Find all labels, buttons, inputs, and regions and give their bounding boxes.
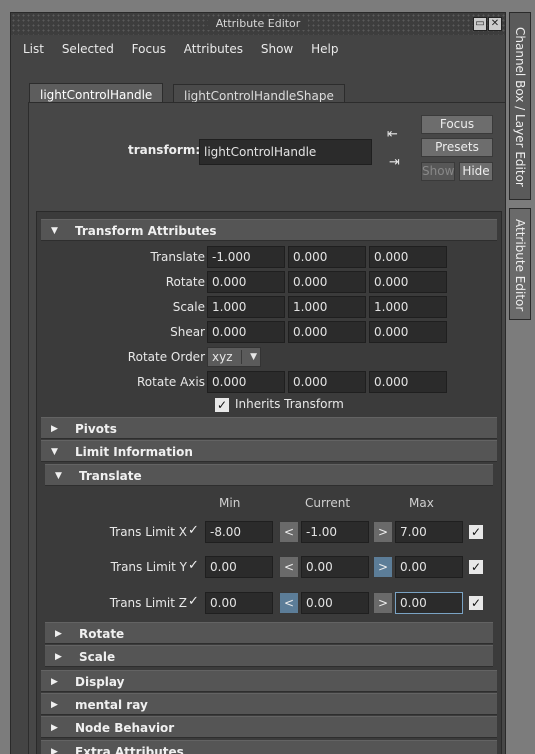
select-output-icon[interactable]: ⇥ bbox=[389, 155, 400, 170]
min-limit-y-checkbox[interactable]: ✓ bbox=[188, 558, 199, 573]
rotate-axis-z-field[interactable]: 0.000 bbox=[369, 371, 447, 393]
menu-list[interactable]: List bbox=[23, 42, 44, 56]
select-divider bbox=[241, 350, 242, 364]
rotate-x-field[interactable]: 0.000 bbox=[207, 271, 285, 293]
column-current: Current bbox=[305, 496, 351, 510]
expand-arrow-icon: ▶ bbox=[51, 700, 58, 710]
current-z-field[interactable]: 0.00 bbox=[301, 592, 369, 614]
chevron-down-icon: ▼ bbox=[250, 352, 257, 362]
current-y-field[interactable]: 0.00 bbox=[301, 556, 369, 578]
section-scale-limits[interactable]: ▶ Scale bbox=[45, 645, 493, 667]
translate-z-field[interactable]: 0.000 bbox=[369, 246, 447, 268]
max-limit-y-checkbox[interactable]: ✓ bbox=[469, 560, 483, 574]
min-limit-x-checkbox[interactable]: ✓ bbox=[188, 523, 199, 538]
expand-arrow-icon: ▶ bbox=[55, 629, 62, 639]
current-x-field[interactable]: -1.00 bbox=[301, 521, 369, 543]
column-min: Min bbox=[219, 496, 241, 510]
max-limit-x-checkbox[interactable]: ✓ bbox=[469, 525, 483, 539]
max-limit-z-field[interactable]: 0.00 bbox=[395, 592, 463, 614]
attributes-panel: ▼ Transform Attributes Translate -1.000 … bbox=[36, 211, 502, 754]
expand-arrow-icon: ▶ bbox=[51, 677, 58, 687]
menu-help[interactable]: Help bbox=[311, 42, 338, 56]
rotate-y-field[interactable]: 0.000 bbox=[288, 271, 366, 293]
select-input-icon[interactable]: ⇤ bbox=[387, 127, 398, 142]
attribute-editor-window: Attribute Editor ▭ ✕ List Selected Focus… bbox=[10, 12, 506, 754]
section-node-behavior[interactable]: ▶ Node Behavior bbox=[41, 716, 497, 738]
rotate-axis-label: Rotate Axis bbox=[137, 375, 205, 389]
trans-limit-x-label: Trans Limit X bbox=[109, 525, 187, 539]
menu-bar: List Selected Focus Attributes Show Help bbox=[11, 35, 505, 63]
max-limit-x-field[interactable]: 7.00 bbox=[395, 521, 463, 543]
set-max-z-button[interactable]: > bbox=[373, 592, 393, 614]
max-limit-y-field[interactable]: 0.00 bbox=[395, 556, 463, 578]
expand-arrow-icon: ▶ bbox=[55, 652, 62, 662]
menu-show[interactable]: Show bbox=[261, 42, 293, 56]
max-limit-z-checkbox[interactable]: ✓ bbox=[469, 596, 483, 610]
tab-attribute-editor[interactable]: Attribute Editor bbox=[509, 208, 531, 320]
expand-arrow-icon: ▶ bbox=[51, 723, 58, 733]
trans-limit-y-label: Trans Limit Y bbox=[110, 560, 187, 574]
translate-y-field[interactable]: 0.000 bbox=[288, 246, 366, 268]
collapse-arrow-icon: ▼ bbox=[55, 471, 62, 481]
section-mental-ray[interactable]: ▶ mental ray bbox=[41, 693, 497, 715]
section-translate-limits[interactable]: ▼ Translate bbox=[45, 464, 493, 486]
shear-x-field[interactable]: 0.000 bbox=[207, 321, 285, 343]
expand-arrow-icon: ▶ bbox=[51, 747, 58, 754]
scale-y-field[interactable]: 1.000 bbox=[288, 296, 366, 318]
translate-x-field[interactable]: -1.000 bbox=[207, 246, 285, 268]
set-max-y-button[interactable]: > bbox=[373, 556, 393, 578]
section-rotate-limits[interactable]: ▶ Rotate bbox=[45, 622, 493, 644]
rotate-order-value: xyz bbox=[212, 350, 233, 364]
collapse-arrow-icon: ▼ bbox=[51, 447, 58, 457]
menu-attributes[interactable]: Attributes bbox=[184, 42, 243, 56]
min-limit-z-field[interactable]: 0.00 bbox=[205, 592, 273, 614]
translate-label: Translate bbox=[150, 250, 206, 264]
show-button[interactable]: Show bbox=[421, 162, 455, 181]
section-pivots[interactable]: ▶ Pivots bbox=[41, 417, 497, 439]
scale-x-field[interactable]: 1.000 bbox=[207, 296, 285, 318]
shear-y-field[interactable]: 0.000 bbox=[288, 321, 366, 343]
inherits-transform-label: Inherits Transform bbox=[235, 397, 344, 411]
section-transform-attributes[interactable]: ▼ Transform Attributes bbox=[41, 219, 497, 241]
set-max-x-button[interactable]: > bbox=[373, 521, 393, 543]
rotate-axis-x-field[interactable]: 0.000 bbox=[207, 371, 285, 393]
min-limit-x-field[interactable]: -8.00 bbox=[205, 521, 273, 543]
title-bar[interactable]: Attribute Editor ▭ ✕ bbox=[11, 13, 505, 35]
inherits-transform-checkbox[interactable]: ✓ bbox=[215, 398, 229, 412]
min-limit-z-checkbox[interactable]: ✓ bbox=[188, 594, 199, 609]
window-title: Attribute Editor bbox=[207, 17, 309, 30]
column-max: Max bbox=[409, 496, 434, 510]
transform-name-field[interactable]: lightControlHandle bbox=[199, 139, 372, 165]
rotate-order-select[interactable]: xyz ▼ bbox=[207, 347, 261, 367]
scale-z-field[interactable]: 1.000 bbox=[369, 296, 447, 318]
presets-button[interactable]: Presets bbox=[421, 138, 493, 157]
rotate-z-field[interactable]: 0.000 bbox=[369, 271, 447, 293]
scale-label: Scale bbox=[172, 300, 205, 314]
min-limit-y-field[interactable]: 0.00 bbox=[205, 556, 273, 578]
set-min-z-button[interactable]: < bbox=[279, 592, 299, 614]
collapse-arrow-icon: ▼ bbox=[51, 226, 58, 236]
tab-channel-box-layer-editor[interactable]: Channel Box / Layer Editor bbox=[509, 12, 531, 200]
section-limit-information[interactable]: ▼ Limit Information bbox=[41, 440, 497, 462]
set-min-x-button[interactable]: < bbox=[279, 521, 299, 543]
menu-focus[interactable]: Focus bbox=[132, 42, 166, 56]
section-display[interactable]: ▶ Display bbox=[41, 670, 497, 692]
shear-label: Shear bbox=[170, 325, 205, 339]
section-extra-attributes[interactable]: ▶ Extra Attributes bbox=[41, 740, 497, 754]
transform-label: transform: bbox=[128, 143, 201, 157]
shear-z-field[interactable]: 0.000 bbox=[369, 321, 447, 343]
trans-limit-z-label: Trans Limit Z bbox=[109, 596, 187, 610]
float-window-icon[interactable]: ▭ bbox=[473, 17, 487, 31]
close-icon[interactable]: ✕ bbox=[488, 17, 502, 31]
menu-selected[interactable]: Selected bbox=[62, 42, 114, 56]
focus-button[interactable]: Focus bbox=[421, 115, 493, 134]
rotate-order-label: Rotate Order bbox=[127, 350, 205, 364]
set-min-y-button[interactable]: < bbox=[279, 556, 299, 578]
rotate-label: Rotate bbox=[165, 275, 205, 289]
hide-button[interactable]: Hide bbox=[459, 162, 493, 181]
expand-arrow-icon: ▶ bbox=[51, 424, 58, 434]
rotate-axis-y-field[interactable]: 0.000 bbox=[288, 371, 366, 393]
